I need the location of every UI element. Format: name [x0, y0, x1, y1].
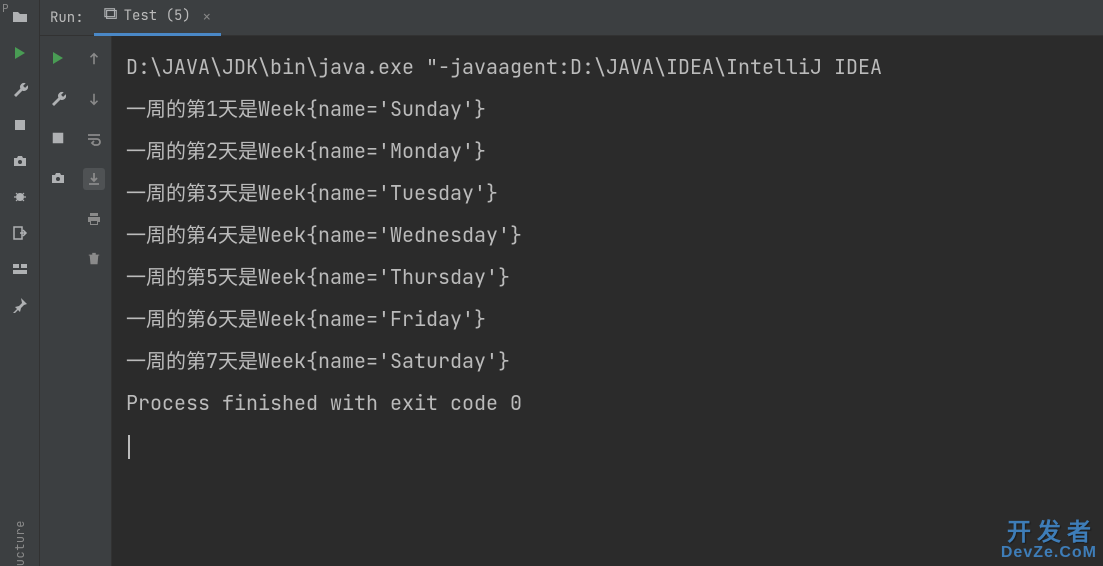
left-tool-gutter: P ucture — [0, 0, 40, 566]
main-area: Run: Test (5) ✕ — [40, 0, 1103, 566]
left-panel-label-bottom[interactable]: ucture — [12, 510, 28, 566]
folder-icon[interactable] — [11, 8, 29, 26]
trash-icon[interactable] — [83, 248, 105, 270]
console-line: 一周的第5天是Week{name='Thursday'} — [126, 256, 1089, 298]
nav-column — [76, 36, 112, 566]
left-panel-label-top[interactable]: P — [2, 2, 9, 16]
dump-button[interactable] — [48, 168, 68, 188]
run-triangle-icon[interactable] — [11, 44, 29, 62]
console-line: Process finished with exit code 0 — [126, 382, 1089, 424]
console-line: 一周的第1天是Week{name='Sunday'} — [126, 88, 1089, 130]
up-arrow-icon[interactable] — [83, 48, 105, 70]
soft-wrap-icon[interactable] — [83, 128, 105, 150]
tab-label: Test (5) — [124, 7, 191, 25]
console-output[interactable]: D:\JAVA\JDK\bin\java.exe "-javaagent:D:\… — [112, 36, 1103, 566]
window-icon — [104, 7, 118, 26]
tab-bar: Run: Test (5) ✕ — [40, 0, 1103, 36]
exit-icon[interactable] — [11, 224, 29, 242]
console-line: 一周的第2天是Week{name='Monday'} — [126, 130, 1089, 172]
action-column — [40, 36, 76, 566]
stop-button[interactable] — [48, 128, 68, 148]
console-line: D:\JAVA\JDK\bin\java.exe "-javaagent:D:\… — [126, 46, 1089, 88]
layout-icon[interactable] — [11, 260, 29, 278]
down-arrow-icon[interactable] — [83, 88, 105, 110]
wrench-icon[interactable] — [11, 80, 29, 98]
print-icon[interactable] — [83, 208, 105, 230]
stop-square-icon[interactable] — [11, 116, 29, 134]
console-line: 一周的第3天是Week{name='Tuesday'} — [126, 172, 1089, 214]
pin-icon[interactable] — [11, 296, 29, 314]
bug-icon[interactable] — [11, 188, 29, 206]
text-cursor — [128, 435, 130, 459]
content-row: D:\JAVA\JDK\bin\java.exe "-javaagent:D:\… — [40, 36, 1103, 566]
run-label: Run: — [40, 9, 94, 27]
close-icon[interactable]: ✕ — [203, 8, 211, 25]
rerun-button[interactable] — [48, 48, 68, 68]
tab-test[interactable]: Test (5) ✕ — [94, 0, 221, 36]
scroll-to-end-icon[interactable] — [83, 168, 105, 190]
console-line: 一周的第4天是Week{name='Wednesday'} — [126, 214, 1089, 256]
settings-button[interactable] — [48, 88, 68, 108]
console-line: 一周的第6天是Week{name='Friday'} — [126, 298, 1089, 340]
console-line: 一周的第7天是Week{name='Saturday'} — [126, 340, 1089, 382]
camera-icon[interactable] — [11, 152, 29, 170]
